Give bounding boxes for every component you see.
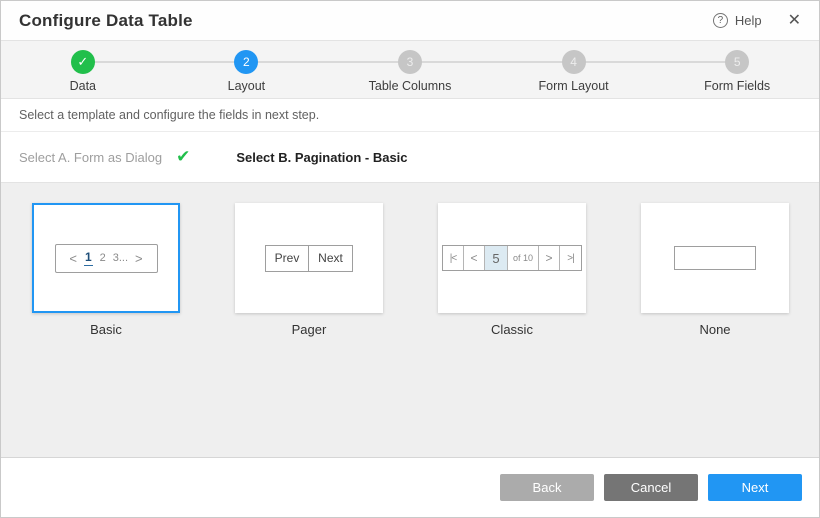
step-label: Data [70,79,96,93]
close-icon[interactable]: ✕ [788,13,801,29]
chevron-left-icon: < [69,251,77,266]
step-data[interactable]: ✓ Data [1,41,165,98]
step-form-fields[interactable]: 5 Form Fields [655,41,819,98]
step-number-badge: 5 [725,50,749,74]
template-card-pager[interactable]: Prev Next [235,203,383,313]
next-button-preview: Next [309,246,352,271]
template-label: Classic [438,322,586,337]
step-label: Table Columns [369,79,452,93]
select-a-complete-check-icon: ✔ [176,147,190,167]
template-card-basic[interactable]: < 1 2 3... > [32,203,180,313]
step-label: Form Layout [538,79,608,93]
page-number: 2 [100,252,106,264]
step-number-badge: 4 [562,50,586,74]
template-label: None [641,322,789,337]
basic-pagination-preview: < 1 2 3... > [55,244,158,273]
step-form-layout[interactable]: 4 Form Layout [492,41,656,98]
instruction-text: Select a template and configure the fiel… [19,108,319,122]
template-gallery: < 1 2 3... > Basic Prev Next Pager [1,183,819,458]
instruction-bar: Select a template and configure the fiel… [1,99,819,132]
prev-button-preview: Prev [266,246,309,271]
template-option-basic[interactable]: < 1 2 3... > Basic [32,203,180,337]
chevron-right-icon: > [135,251,143,266]
header-actions: ? Help ✕ [713,13,801,29]
template-card-classic[interactable]: |< < 5 of 10 > >| [438,203,586,313]
step-label: Layout [228,79,266,93]
step-layout[interactable]: 2 Layout [165,41,329,98]
chevron-right-icon: > [539,246,560,270]
current-page-cell: 5 [485,246,508,270]
classic-pagination-preview: |< < 5 of 10 > >| [442,245,582,271]
help-button[interactable]: ? Help [713,13,762,28]
pager-pagination-preview: Prev Next [265,245,353,272]
back-button[interactable]: Back [500,474,594,501]
selection-status-row: Select A. Form as Dialog ✔ Select B. Pag… [1,132,819,183]
configure-data-table-dialog: Configure Data Table ? Help ✕ ✓ Data 2 L… [0,0,820,518]
select-a-label: Select A. Form as Dialog [19,150,162,165]
help-label: Help [735,13,762,28]
page-title: Configure Data Table [19,11,193,31]
next-button[interactable]: Next [708,474,802,501]
template-card-none[interactable] [641,203,789,313]
current-page-number: 1 [84,250,93,266]
first-page-icon: |< [443,246,464,270]
chevron-left-icon: < [464,246,485,270]
dialog-footer: Back Cancel Next [1,458,819,516]
dialog-header: Configure Data Table ? Help ✕ [1,1,819,41]
wizard-stepper: ✓ Data 2 Layout 3 Table Columns 4 Form L… [1,41,819,99]
empty-pagination-preview [674,246,756,270]
template-option-pager[interactable]: Prev Next Pager [235,203,383,337]
step-number-badge: 3 [398,50,422,74]
template-label: Basic [32,322,180,337]
help-icon: ? [713,13,728,28]
step-number-badge: 2 [234,50,258,74]
step-complete-check-icon: ✓ [71,50,95,74]
page-number: 3... [113,252,128,264]
template-option-classic[interactable]: |< < 5 of 10 > >| Classic [438,203,586,337]
template-option-none[interactable]: None [641,203,789,337]
select-b-label: Select B. Pagination - Basic [236,150,407,165]
step-label: Form Fields [704,79,770,93]
cancel-button[interactable]: Cancel [604,474,698,501]
page-count-label: of 10 [508,246,539,270]
template-label: Pager [235,322,383,337]
last-page-icon: >| [560,246,581,270]
step-table-columns[interactable]: 3 Table Columns [328,41,492,98]
